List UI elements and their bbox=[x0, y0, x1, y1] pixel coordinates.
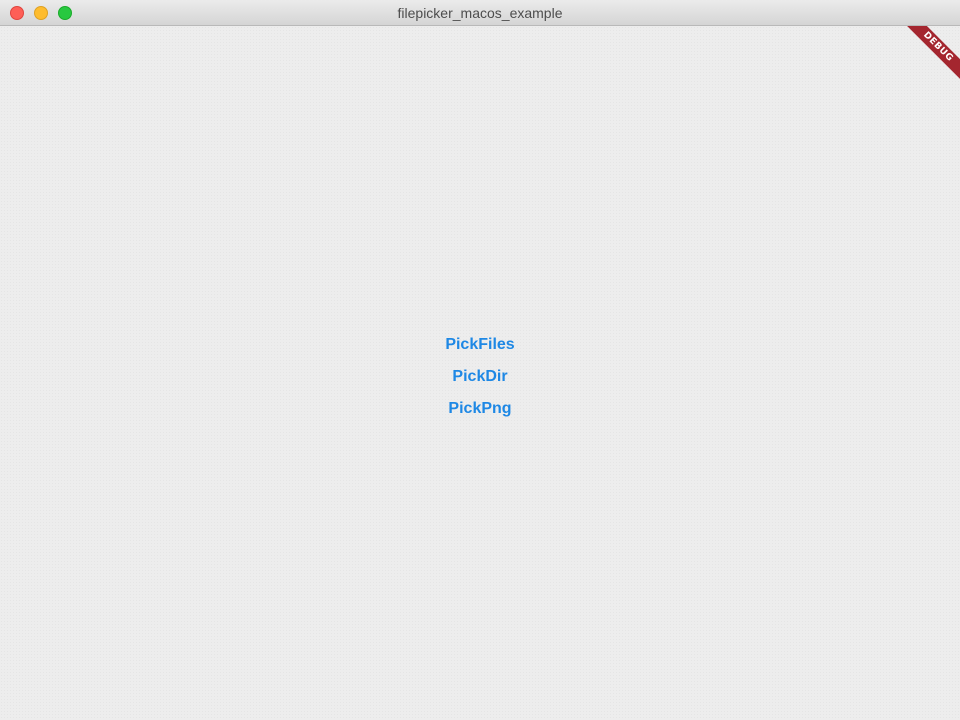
app-content: PickFiles PickDir PickPng bbox=[0, 26, 960, 720]
debug-banner-label: DEBUG bbox=[897, 26, 960, 88]
button-column: PickFiles PickDir PickPng bbox=[0, 329, 960, 425]
debug-banner: DEBUG bbox=[890, 26, 960, 96]
app-window: filepicker_macos_example PickFiles PickD… bbox=[0, 0, 960, 720]
pick-dir-button[interactable]: PickDir bbox=[444, 361, 515, 393]
title-bar[interactable]: filepicker_macos_example bbox=[0, 0, 960, 26]
pick-png-button[interactable]: PickPng bbox=[440, 393, 519, 425]
window-title: filepicker_macos_example bbox=[397, 5, 563, 21]
pick-files-button[interactable]: PickFiles bbox=[437, 329, 522, 361]
